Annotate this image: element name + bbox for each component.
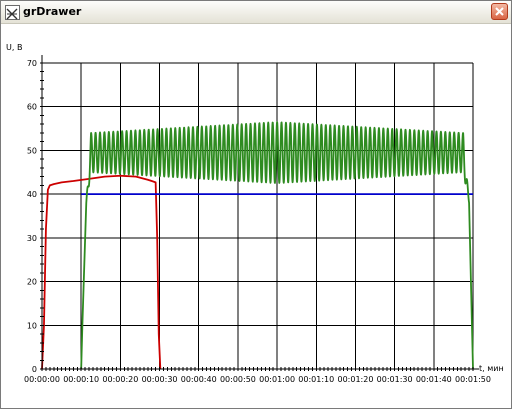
y-tick-label: 30 [27, 234, 37, 243]
chart-app-icon [5, 5, 20, 20]
x-axis-label: t, мин [479, 364, 504, 373]
series-line [41, 174, 162, 370]
y-tick-label: 0 [32, 365, 37, 374]
x-tick-label: 00:01:30 [377, 375, 413, 384]
x-tick-label: 00:01:20 [337, 375, 373, 384]
x-tick-label: 00:01:00 [259, 375, 295, 384]
x-tick-label: 00:00:10 [63, 375, 99, 384]
close-button[interactable] [491, 3, 508, 20]
chart-plot: 0 10 20 30 40 50 60 70 00:00:00 00:00:10 00:00:20 0… [6, 43, 504, 384]
y-axis-label: U, B [6, 43, 22, 52]
close-icon [495, 7, 504, 16]
y-tick-label: 70 [27, 59, 37, 68]
x-tick-label: 00:00:30 [142, 375, 178, 384]
x-tick-label: 00:01:10 [298, 375, 334, 384]
x-tick-label: 00:00:40 [181, 375, 217, 384]
y-tick-label: 10 [27, 321, 37, 330]
y-tick-label: 60 [27, 103, 37, 112]
app-window: grDrawer 0 10 20 30 40 50 60 70 00:00:00 00:00:10… [0, 0, 512, 409]
x-tick-label: 00:01:40 [416, 375, 452, 384]
x-tick-label: 00:00:20 [102, 375, 138, 384]
y-tick-label: 40 [27, 190, 37, 199]
y-tick-label: 50 [27, 146, 37, 155]
x-tick-label: 00:00:00 [24, 375, 60, 384]
y-tick-label: 20 [27, 278, 37, 287]
title-bar[interactable]: grDrawer [1, 1, 511, 24]
x-tick-label: 00:01:50 [455, 375, 491, 384]
x-tick-label: 00:00:50 [220, 375, 256, 384]
window-title: grDrawer [23, 5, 82, 18]
